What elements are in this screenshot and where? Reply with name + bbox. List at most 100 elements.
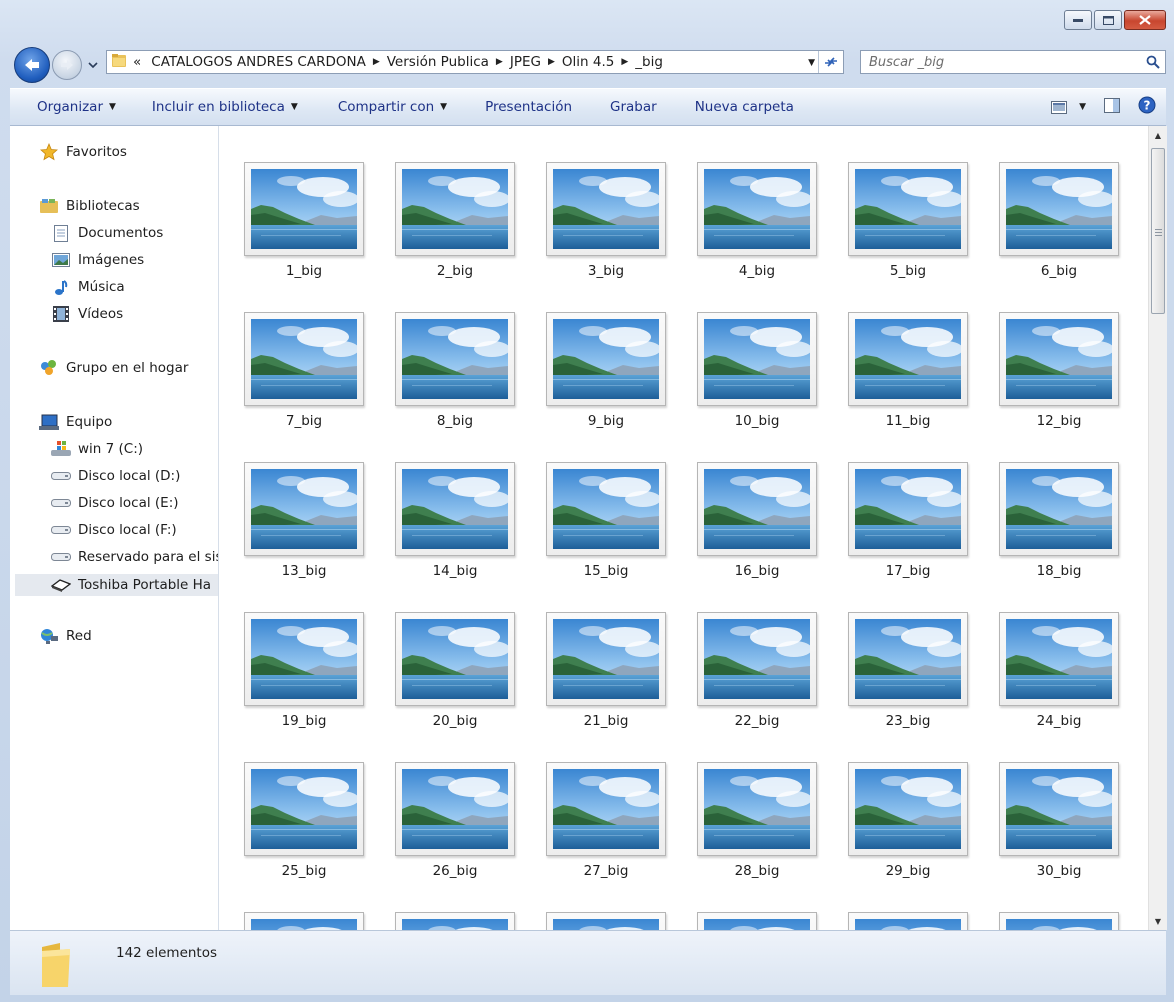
file-item[interactable]: 17_big (848, 462, 972, 592)
image-thumbnail (395, 162, 515, 256)
breadcrumb-item[interactable]: Olin 4.5 ▶ (562, 54, 635, 70)
nav-drive-d[interactable]: Disco local (D:) (50, 467, 180, 485)
image-thumbnail (999, 612, 1119, 706)
breadcrumb-separator-icon[interactable]: ▶ (373, 57, 380, 67)
address-history-dropdown-icon[interactable]: ▼ (808, 58, 815, 68)
nav-computer[interactable]: Equipo (38, 413, 112, 431)
change-view-button[interactable]: ▼ (1051, 100, 1086, 114)
nav-reserved-drive[interactable]: Reservado para el sis (50, 548, 218, 566)
nav-drive-c[interactable]: win 7 (C:) (50, 440, 143, 458)
file-item[interactable]: 23_big (848, 612, 972, 742)
breadcrumb-separator-icon[interactable]: ▶ (496, 57, 503, 67)
file-item[interactable]: 28_big (697, 762, 821, 892)
new-folder-button[interactable]: Nueva carpeta (695, 99, 794, 115)
preview-pane-button[interactable] (1104, 97, 1120, 117)
file-item[interactable]: 4_big (697, 162, 821, 292)
breadcrumb-item-current[interactable]: _big (635, 54, 663, 70)
close-button[interactable] (1124, 10, 1166, 30)
refresh-button[interactable] (818, 51, 843, 73)
file-item[interactable]: 18_big (999, 462, 1123, 592)
image-thumbnail (395, 912, 515, 930)
file-item[interactable]: 12_big (999, 312, 1123, 442)
windows-drive-icon (50, 440, 72, 458)
file-item[interactable]: 25_big (244, 762, 368, 892)
maximize-button[interactable] (1094, 10, 1122, 30)
nav-libraries[interactable]: Bibliotecas (38, 197, 140, 215)
breadcrumb-item[interactable]: JPEG ▶ (510, 54, 562, 70)
file-name: 2_big (436, 263, 474, 279)
nav-music[interactable]: Música (50, 278, 125, 296)
search-icon[interactable] (1141, 55, 1165, 69)
file-item[interactable]: 2_big (395, 162, 519, 292)
file-item[interactable] (546, 912, 670, 930)
nav-homegroup[interactable]: Grupo en el hogar (38, 359, 188, 377)
file-item[interactable] (395, 912, 519, 930)
nav-drive-e[interactable]: Disco local (E:) (50, 494, 179, 512)
breadcrumb-overflow[interactable]: « (133, 54, 151, 70)
burn-button[interactable]: Grabar (610, 99, 657, 115)
slideshow-button[interactable]: Presentación (485, 99, 572, 115)
file-item[interactable]: 29_big (848, 762, 972, 892)
file-item[interactable]: 30_big (999, 762, 1123, 892)
scroll-down-button[interactable]: ▼ (1149, 912, 1167, 930)
nav-videos[interactable]: Vídeos (50, 305, 123, 323)
nav-network[interactable]: Red (38, 627, 92, 645)
file-item[interactable]: 27_big (546, 762, 670, 892)
breadcrumb-separator-icon[interactable]: ▶ (621, 57, 628, 67)
breadcrumb-separator-icon[interactable]: ▶ (548, 57, 555, 67)
scroll-up-button[interactable]: ▲ (1149, 126, 1167, 144)
forward-button[interactable] (52, 50, 82, 80)
file-name: 27_big (583, 863, 629, 879)
nav-toshiba-drive[interactable]: Toshiba Portable Ha (15, 574, 218, 596)
file-item[interactable]: 3_big (546, 162, 670, 292)
file-item[interactable]: 26_big (395, 762, 519, 892)
breadcrumb-item[interactable]: CATALOGOS ANDRES CARDONA ▶ (151, 54, 386, 70)
breadcrumb-item[interactable]: Versión Publica ▶ (387, 54, 510, 70)
file-item[interactable]: 22_big (697, 612, 821, 742)
view-options-icon (1051, 100, 1068, 114)
file-item[interactable]: 14_big (395, 462, 519, 592)
file-item[interactable]: 20_big (395, 612, 519, 742)
hard-drive-icon (50, 521, 72, 539)
file-item[interactable] (244, 912, 368, 930)
address-bar[interactable]: « CATALOGOS ANDRES CARDONA ▶ Versión Publ… (106, 50, 844, 74)
include-in-library-menu[interactable]: Incluir en biblioteca ▼ (152, 99, 298, 115)
vertical-scrollbar[interactable]: ▲ ▼ (1148, 126, 1167, 930)
file-item[interactable]: 8_big (395, 312, 519, 442)
file-item[interactable]: 5_big (848, 162, 972, 292)
star-icon (38, 143, 60, 161)
file-item[interactable]: 15_big (546, 462, 670, 592)
file-name: 19_big (281, 713, 327, 729)
help-button[interactable]: ? (1138, 96, 1156, 118)
organize-menu[interactable]: Organizar ▼ (37, 99, 116, 115)
file-item[interactable]: 13_big (244, 462, 368, 592)
file-item[interactable] (697, 912, 821, 930)
scrollbar-thumb[interactable] (1151, 148, 1165, 314)
film-icon (50, 305, 72, 323)
file-item[interactable]: 16_big (697, 462, 821, 592)
image-thumbnail (999, 912, 1119, 930)
search-input[interactable] (861, 53, 1141, 71)
file-item[interactable]: 24_big (999, 612, 1123, 742)
nav-pictures[interactable]: Imágenes (50, 251, 144, 269)
file-item[interactable] (848, 912, 972, 930)
file-item[interactable]: 6_big (999, 162, 1123, 292)
share-with-menu[interactable]: Compartir con ▼ (338, 99, 447, 115)
recent-pages-dropdown[interactable] (88, 58, 98, 73)
file-item[interactable]: 11_big (848, 312, 972, 442)
image-thumbnail (697, 762, 817, 856)
image-thumbnail (848, 162, 968, 256)
file-item[interactable]: 19_big (244, 612, 368, 742)
file-item[interactable]: 10_big (697, 312, 821, 442)
file-item[interactable] (999, 912, 1123, 930)
hard-drive-icon (50, 467, 72, 485)
file-item[interactable]: 21_big (546, 612, 670, 742)
nav-drive-f[interactable]: Disco local (F:) (50, 521, 177, 539)
nav-documents[interactable]: Documentos (50, 224, 163, 242)
nav-favorites[interactable]: Favoritos (38, 143, 127, 161)
file-item[interactable]: 9_big (546, 312, 670, 442)
minimize-button[interactable] (1064, 10, 1092, 30)
file-item[interactable]: 7_big (244, 312, 368, 442)
back-button[interactable] (14, 47, 50, 83)
file-item[interactable]: 1_big (244, 162, 368, 292)
